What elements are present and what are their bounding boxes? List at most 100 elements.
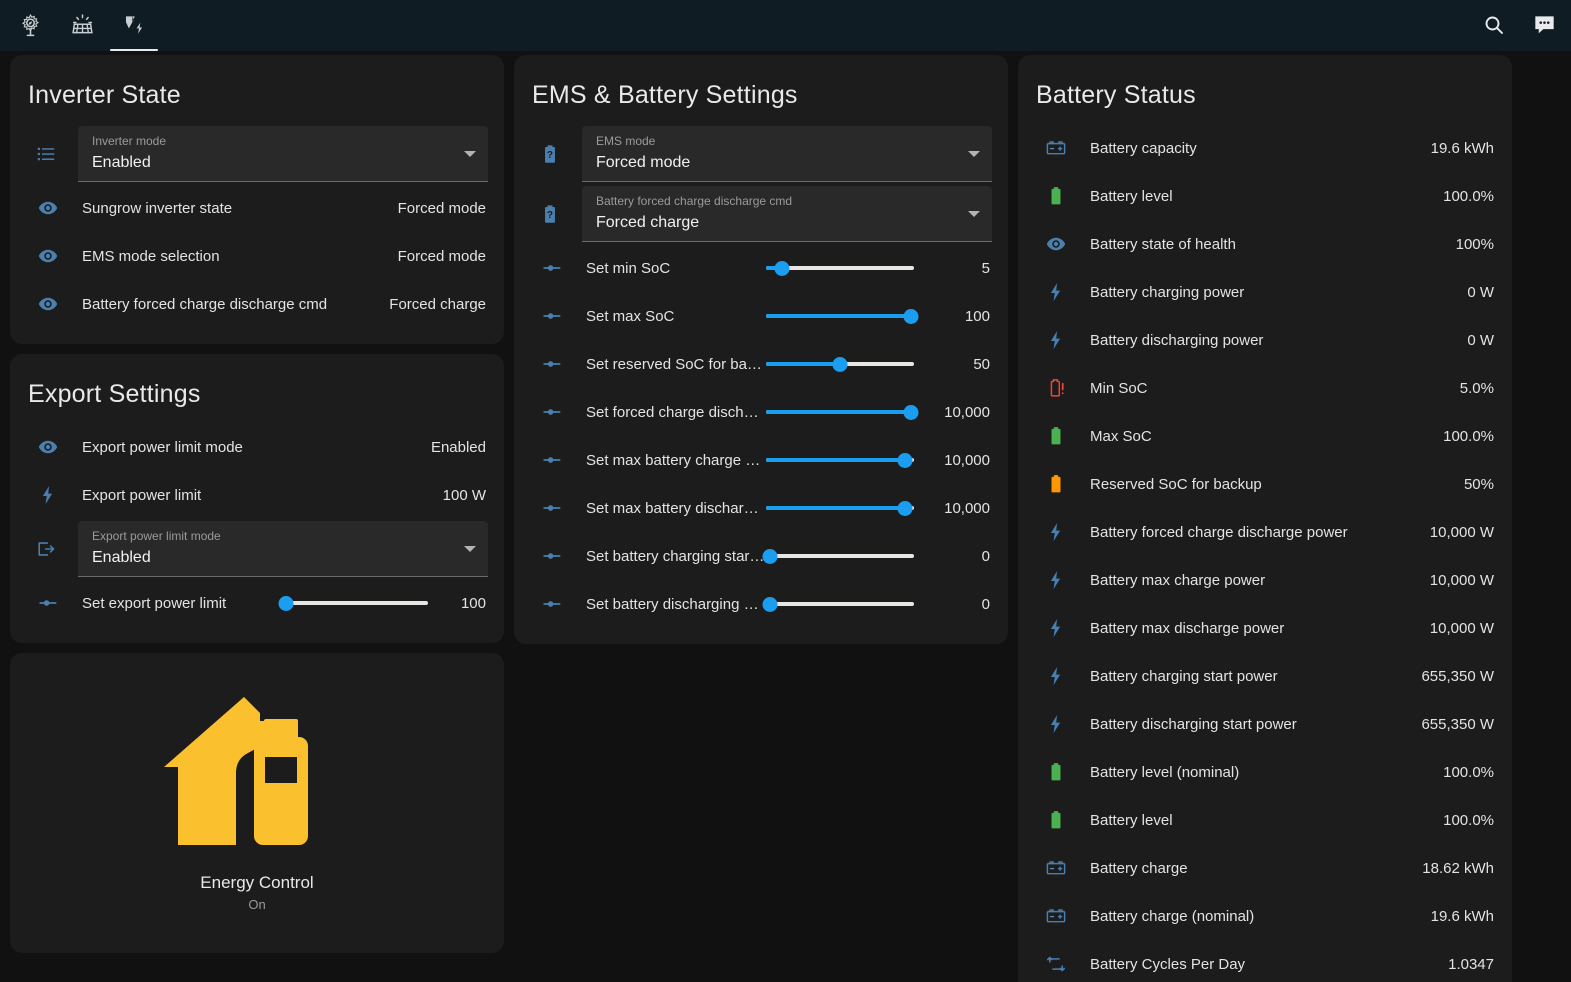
flash-icon [1036,569,1076,591]
ems-mode-select[interactable]: EMS mode Forced mode [582,126,992,182]
slider-thumb[interactable] [762,596,778,612]
chevron-down-icon[interactable] [464,150,476,157]
slider-value: 0 [981,595,990,613]
tune-icon [532,545,572,567]
slider-label: Set reserved SoC for back… [586,355,766,373]
slider-label: Set battery charging start … [586,547,766,565]
slider-track [280,601,428,605]
entity-name: Battery max charge power [1090,571,1266,589]
slider-fill [766,410,914,414]
entity-value: 18.62 kWh [1422,859,1494,877]
tune-icon [532,257,572,279]
set-max-battery-charge-power-slider[interactable] [766,450,914,470]
nav-tab-solar-compass[interactable] [4,0,56,51]
set-battery-discharging-start-power-slider[interactable] [762,594,914,614]
table-row[interactable]: Battery max charge power 10,000 W [1034,556,1496,604]
table-row[interactable]: Battery level 100.0% [1034,796,1496,844]
slider-thumb[interactable] [278,595,294,611]
battery-forced-charge-discharge-cmd-select-row: ? Battery forced charge discharge cmd Fo… [530,184,992,244]
table-row[interactable]: Battery discharging start power 655,350 W [1034,700,1496,748]
table-row[interactable]: Battery state of health 100% [1034,220,1496,268]
row-set-max-battery-charge-power: Set max battery charge po… 10,000 [530,436,992,484]
row-export-power-limit-mode[interactable]: Export power limit mode Enabled [26,423,488,471]
entity-value: 100% [1455,235,1494,253]
table-row[interactable]: Reserved SoC for backup 50% [1034,460,1496,508]
page-title-ems-battery-settings: EMS & Battery Settings [532,81,798,109]
table-row[interactable]: Battery charging power 0 W [1034,268,1496,316]
table-row[interactable]: Battery capacity 19.6 kWh [1034,124,1496,172]
slider-value: 100 [964,307,990,325]
slider-thumb[interactable] [903,404,919,420]
set-max-soc-slider[interactable] [766,306,919,326]
entity-value: 50% [1463,475,1494,493]
export-power-limit-mode-select[interactable]: Export power limit mode Enabled [78,521,488,577]
inverter-mode-select-row: Inverter mode Enabled [26,124,488,184]
slider-thumb[interactable] [762,548,778,564]
chevron-down-icon[interactable] [464,545,476,552]
set-export-power-limit-slider[interactable] [278,593,428,613]
slider-thumb[interactable] [903,308,919,324]
table-row[interactable]: Min SoC 5.0% [1034,364,1496,412]
battery-full-icon [1036,809,1076,831]
table-row[interactable]: Battery level 100.0% [1034,172,1496,220]
row-battery-forced-charge-discharge-cmd[interactable]: Battery forced charge discharge cmd Forc… [26,280,488,328]
page-title-battery-status: Battery Status [1036,81,1196,109]
inverter-mode-select[interactable]: Inverter mode Enabled [78,126,488,182]
table-row[interactable]: Battery charge (nominal) 19.6 kWh [1034,892,1496,940]
car-battery-icon [1036,137,1076,159]
tune-icon [532,401,572,423]
slider-label: Set max battery discharge… [586,499,766,517]
slider-fill [766,506,910,510]
entity-value: 100 W [442,486,486,504]
entity-value: 10,000 W [1429,571,1494,589]
flash-icon [1036,617,1076,639]
car-battery-icon [1036,905,1076,927]
slider-value: 10,000 [944,403,990,421]
row-set-forced-charge-discharge-power: Set forced charge dischar… 10,000 [530,388,992,436]
chevron-down-icon[interactable] [968,150,980,157]
slider-thumb[interactable] [897,500,913,516]
slider-thumb[interactable] [832,356,848,372]
nav-tab-energy-flash[interactable] [108,0,160,51]
slider-fill [766,314,914,318]
row-export-power-limit[interactable]: Export power limit 100 W [26,471,488,519]
table-row[interactable]: Battery Cycles Per Day 1.0347 [1034,940,1496,982]
set-battery-charging-start-power-slider[interactable] [762,546,914,566]
slider-thumb[interactable] [774,260,790,276]
inverter-mode-label: Inverter mode [92,134,167,148]
battery-full-icon [1036,761,1076,783]
set-max-battery-discharge-power-slider[interactable] [766,498,914,518]
eye-icon [28,436,68,458]
battery-forced-cmd-value: Forced charge [596,214,700,231]
tune-icon [532,353,572,375]
row-ems-mode-selection[interactable]: EMS mode selection Forced mode [26,232,488,280]
chevron-down-icon[interactable] [968,210,980,217]
entity-value: 100.0% [1443,763,1494,781]
flash-icon [1036,281,1076,303]
table-row[interactable]: Battery discharging power 0 W [1034,316,1496,364]
assist-button[interactable] [1532,12,1557,37]
search-button[interactable] [1482,13,1506,37]
entity-name: Reserved SoC for backup [1090,475,1262,493]
entity-value: 0 W [1467,283,1494,301]
tile-energy-control[interactable]: Energy Control On [10,653,504,953]
tile-state: On [248,896,266,912]
row-set-battery-charging-start-power: Set battery charging start … 0 [530,532,992,580]
set-forced-charge-discharge-power-slider[interactable] [766,402,919,422]
table-row[interactable]: Battery charge 18.62 kWh [1034,844,1496,892]
table-row[interactable]: Battery forced charge discharge power 10,… [1034,508,1496,556]
table-row[interactable]: Battery level (nominal) 100.0% [1034,748,1496,796]
table-row[interactable]: Battery charging start power 655,350 W [1034,652,1496,700]
entity-name: Battery max discharge power [1090,619,1285,637]
slider-thumb[interactable] [897,452,913,468]
set-min-soc-slider[interactable] [766,258,914,278]
row-sungrow-inverter-state[interactable]: Sungrow inverter state Forced mode [26,184,488,232]
entity-value: Forced charge [389,295,486,313]
table-row[interactable]: Battery max discharge power 10,000 W [1034,604,1496,652]
column-middle: EMS & Battery Settings ? EMS mode Forced… [514,55,1008,644]
slider-label: Set min SoC [586,259,671,277]
table-row[interactable]: Max SoC 100.0% [1034,412,1496,460]
nav-tab-solar-panel[interactable] [56,0,108,51]
set-reserved-soc-slider[interactable] [766,354,914,374]
battery-forced-charge-discharge-cmd-select[interactable]: Battery forced charge discharge cmd Forc… [582,186,992,242]
